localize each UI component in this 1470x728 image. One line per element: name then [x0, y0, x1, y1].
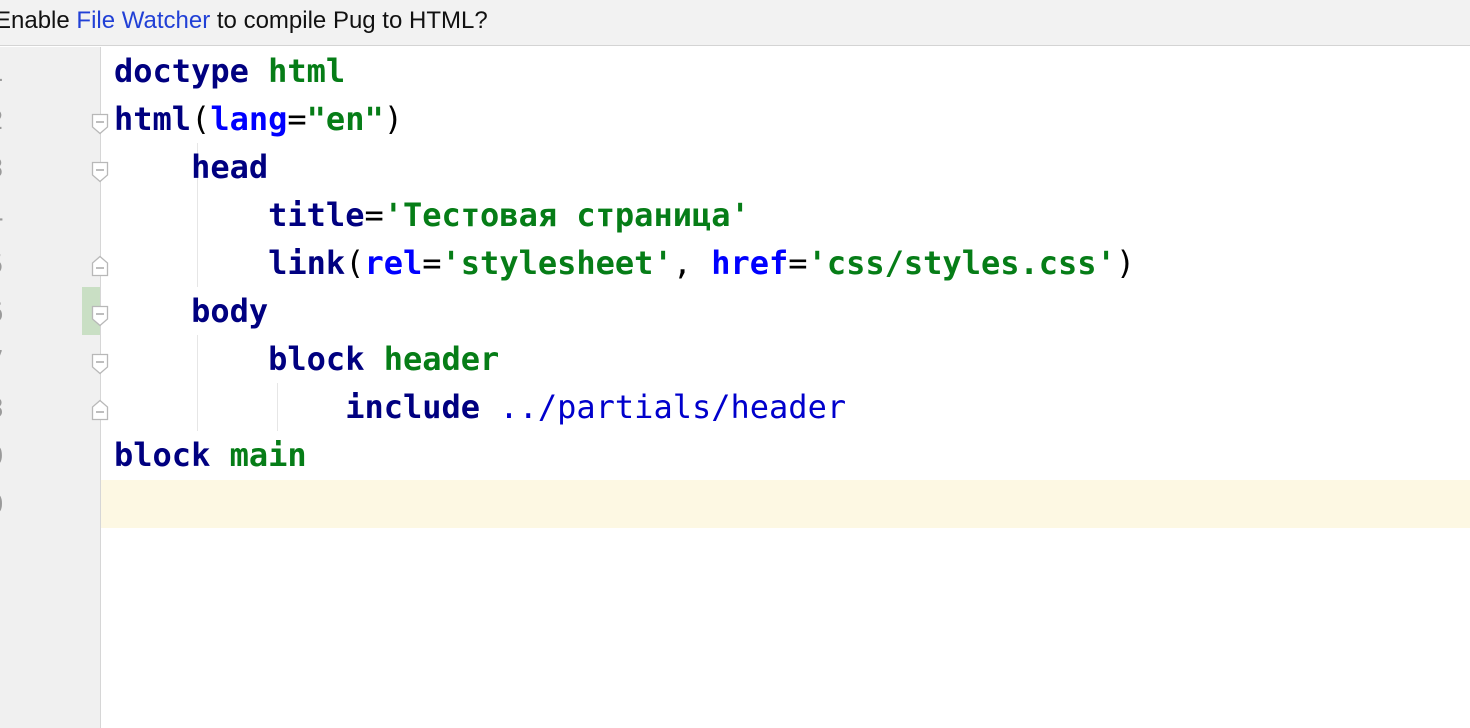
tag-name: html — [114, 100, 192, 138]
line-number: 8 — [0, 385, 28, 433]
attribute-name: lang — [210, 100, 288, 138]
line-number: 1 — [0, 49, 28, 97]
line-number: 5 — [0, 241, 28, 289]
attribute-name: href — [711, 244, 789, 282]
line-number-gutter[interactable]: 1 2 3 4 5 6 7 8 9 0 — [0, 47, 109, 728]
attribute-name: rel — [364, 244, 423, 282]
banner-prefix: Enable — [0, 7, 77, 34]
equals: = — [364, 196, 384, 234]
doctype-keyword: doctype — [114, 52, 249, 90]
paren-open: ( — [191, 100, 211, 138]
code-line-5[interactable]: link(rel='stylesheet', href='css/styles.… — [114, 239, 1135, 287]
file-watcher-link[interactable]: File Watcher — [76, 7, 210, 34]
tag-name: title — [268, 196, 365, 234]
attribute-value: 'css/styles.css' — [807, 244, 1116, 282]
block-keyword: block — [268, 340, 365, 378]
string-value: 'Тестовая страница' — [383, 196, 750, 234]
line-number: 4 — [0, 193, 28, 241]
paren-close: ) — [383, 100, 403, 138]
block-name: header — [383, 340, 500, 378]
current-line-highlight — [101, 480, 1470, 528]
code-line-7[interactable]: block header — [114, 335, 499, 383]
line-number: 9 — [0, 433, 28, 481]
code-line-8[interactable]: include ../partials/header — [114, 383, 846, 431]
doctype-value: html — [268, 52, 346, 90]
line-number: 3 — [0, 145, 28, 193]
code-editor[interactable]: doctype html html(lang="en") head title=… — [101, 47, 1470, 728]
tag-name: head — [191, 148, 269, 186]
paren-close: ) — [1115, 244, 1136, 282]
tag-name: body — [191, 292, 269, 330]
line-number: 2 — [0, 97, 28, 145]
block-keyword: block — [114, 436, 211, 474]
code-line-9[interactable]: block main — [114, 431, 307, 479]
block-name: main — [229, 436, 307, 474]
file-watcher-banner: Enable File Watcher to compile Pug to HT… — [0, 0, 1470, 46]
attribute-value: 'stylesheet' — [441, 244, 673, 282]
banner-suffix: to compile Pug to HTML? — [210, 7, 488, 34]
attribute-value: "en" — [306, 100, 384, 138]
tag-name: link — [268, 244, 346, 282]
comma: , — [672, 244, 712, 282]
code-line-4[interactable]: title='Тестовая страница' — [114, 191, 750, 239]
banner-message: Enable File Watcher to compile Pug to HT… — [0, 7, 488, 35]
line-number: 0 — [0, 481, 28, 529]
equals: = — [788, 244, 808, 282]
code-line-6[interactable]: body — [114, 287, 268, 335]
include-keyword: include — [345, 388, 481, 426]
line-number: 6 — [0, 289, 28, 337]
equals: = — [422, 244, 442, 282]
paren-open: ( — [345, 244, 365, 282]
equals: = — [287, 100, 307, 138]
line-number: 7 — [0, 337, 28, 385]
code-line-3[interactable]: head — [114, 143, 268, 191]
include-path: ../partials/header — [499, 388, 847, 426]
code-line-2[interactable]: html(lang="en") — [114, 95, 403, 143]
code-line-1[interactable]: doctype html — [114, 47, 345, 95]
